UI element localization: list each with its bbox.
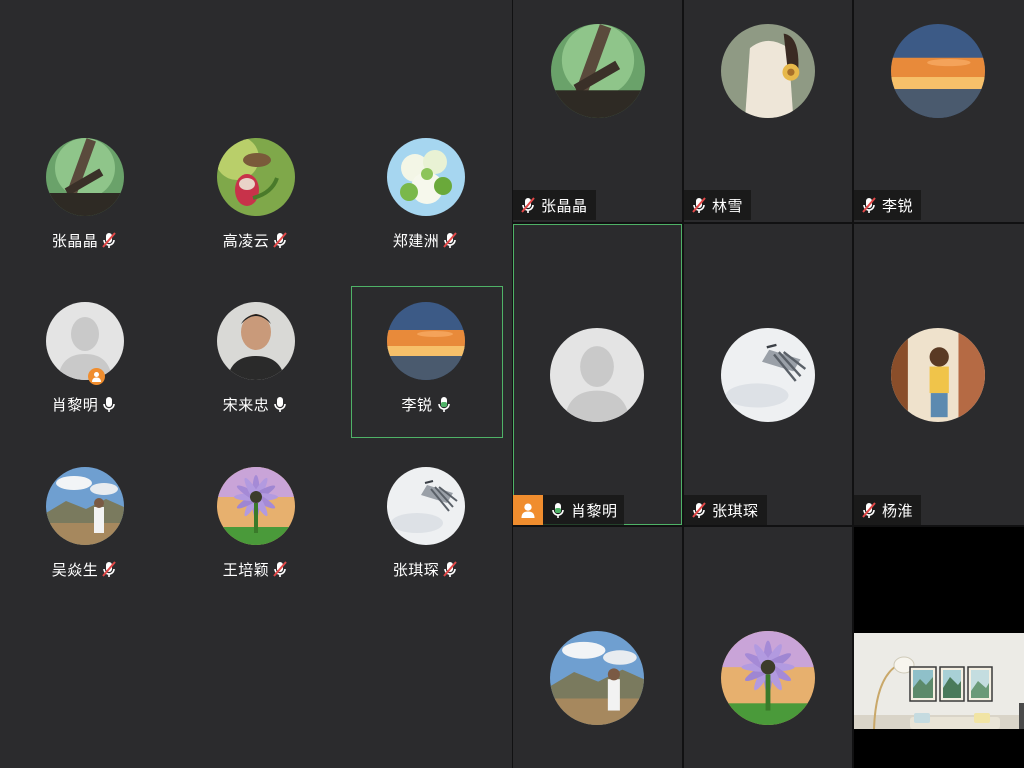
tile-name-label: 张晶晶 xyxy=(513,190,596,220)
participant-item[interactable]: 张琪琛 xyxy=(351,454,501,604)
mic-muted-icon xyxy=(443,561,458,577)
avatar xyxy=(387,138,465,216)
participant-name: 李锐 xyxy=(401,396,433,414)
participant-list: 张晶晶 高凌云 郑建洲 肖黎明 宋来忠 李锐 吴焱生 王培颖 张琪琛 xyxy=(0,0,512,768)
avatar xyxy=(551,24,645,118)
mic-muted-icon xyxy=(692,502,706,518)
participant-item[interactable]: 张晶晶 xyxy=(10,125,160,275)
host-icon xyxy=(513,495,543,525)
participant-name: 郑建洲 xyxy=(392,232,440,250)
video-tile[interactable] xyxy=(513,527,682,768)
participant-name-row: 张晶晶 xyxy=(10,229,160,251)
host-icon xyxy=(88,368,105,385)
mic-muted-icon xyxy=(102,561,117,577)
tile-name: 张晶晶 xyxy=(541,197,588,215)
participant-name: 张晶晶 xyxy=(51,232,99,250)
avatar xyxy=(721,24,815,118)
avatar xyxy=(387,302,465,380)
participant-item[interactable]: 王培颖 xyxy=(181,454,331,604)
mic-muted-icon xyxy=(273,561,288,577)
participant-name: 宋来忠 xyxy=(222,396,270,414)
video-tile-active-speaker[interactable]: 肖黎明 xyxy=(513,224,682,525)
tile-name-label: 杨淮 xyxy=(854,495,922,525)
mic-muted-icon xyxy=(443,232,458,248)
participant-item[interactable]: 吴焱生 xyxy=(10,454,160,604)
avatar xyxy=(891,328,985,422)
avatar xyxy=(721,328,815,422)
avatar xyxy=(550,328,644,422)
avatar xyxy=(217,302,295,380)
avatar xyxy=(550,631,644,725)
mic-muted-icon xyxy=(862,502,876,518)
participant-name: 肖黎明 xyxy=(51,396,99,414)
participant-name-row: 郑建洲 xyxy=(351,229,501,251)
mic-muted-icon xyxy=(692,197,706,213)
tile-name: 林雪 xyxy=(712,197,744,215)
participant-name: 吴焱生 xyxy=(51,561,99,579)
participant-name-row: 宋来忠 xyxy=(181,393,331,415)
participant-name-row: 王培颖 xyxy=(181,558,331,580)
participant-item[interactable]: 肖黎明 xyxy=(10,289,160,439)
mic-speaking-icon xyxy=(552,503,564,518)
avatar xyxy=(387,467,465,545)
video-tile-camera[interactable] xyxy=(854,527,1024,768)
avatar xyxy=(217,467,295,545)
avatar xyxy=(891,24,985,118)
mic-on-icon xyxy=(274,397,287,412)
mic-speaking-icon xyxy=(437,397,450,412)
video-tile[interactable]: 张琪琛 xyxy=(684,224,852,525)
tile-name: 杨淮 xyxy=(882,502,914,520)
avatar xyxy=(46,138,124,216)
video-tile[interactable]: 杨淮 xyxy=(854,224,1024,525)
avatar xyxy=(46,467,124,545)
mic-muted-icon xyxy=(862,197,876,213)
camera-video-feed xyxy=(854,633,1024,729)
tile-name-label: 肖黎明 xyxy=(513,495,624,525)
meeting-window: 张晶晶 高凌云 郑建洲 肖黎明 宋来忠 李锐 吴焱生 王培颖 张琪琛 张晶晶 林… xyxy=(0,0,1024,768)
participant-name-row: 李锐 xyxy=(352,393,502,415)
participant-name: 张琪琛 xyxy=(392,561,440,579)
tile-name: 肖黎明 xyxy=(571,502,618,520)
participant-name: 王培颖 xyxy=(222,561,270,579)
mic-muted-icon xyxy=(102,232,117,248)
tile-name: 李锐 xyxy=(882,197,914,215)
tile-name-label: 林雪 xyxy=(684,190,752,220)
avatar xyxy=(46,302,124,380)
tile-name-label: 张琪琛 xyxy=(684,495,767,525)
participant-item[interactable]: 高凌云 xyxy=(181,125,331,275)
video-grid: 张晶晶 林雪 李锐 肖黎明 张琪琛 杨淮 xyxy=(512,0,1024,768)
participant-item-selected[interactable]: 李锐 xyxy=(351,286,503,438)
mic-muted-icon xyxy=(273,232,288,248)
participant-item[interactable]: 宋来忠 xyxy=(181,289,331,439)
video-tile[interactable]: 林雪 xyxy=(684,0,852,222)
participant-name: 高凌云 xyxy=(222,232,270,250)
video-tile[interactable]: 张晶晶 xyxy=(513,0,682,222)
participant-name-row: 高凌云 xyxy=(181,229,331,251)
participant-name-row: 肖黎明 xyxy=(10,393,160,415)
tile-name-label: 李锐 xyxy=(854,190,922,220)
avatar xyxy=(721,631,815,725)
participant-name-row: 张琪琛 xyxy=(351,558,501,580)
mic-muted-icon xyxy=(521,197,535,213)
participant-name-row: 吴焱生 xyxy=(10,558,160,580)
mic-on-icon xyxy=(103,397,116,412)
video-tile[interactable]: 李锐 xyxy=(854,0,1024,222)
video-tile[interactable] xyxy=(684,527,852,768)
tile-name: 张琪琛 xyxy=(712,502,759,520)
avatar xyxy=(217,138,295,216)
participant-item[interactable]: 郑建洲 xyxy=(351,125,501,275)
